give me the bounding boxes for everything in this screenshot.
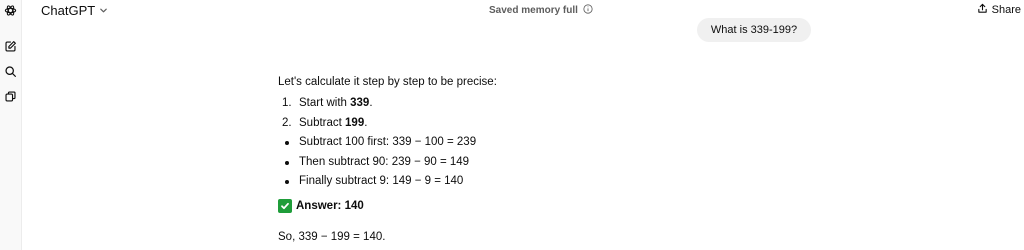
share-icon	[977, 3, 988, 17]
answer-row: Answer: 140	[278, 197, 738, 216]
step-text: Start with	[299, 97, 351, 109]
step-value: 199	[345, 116, 365, 129]
new-chat-icon[interactable]	[3, 39, 17, 53]
user-message-bubble: What is 339-199?	[697, 18, 811, 42]
assistant-intro: Let's calculate it step by step to be pr…	[278, 76, 497, 88]
model-name: ChatGPT	[41, 2, 96, 18]
openai-logo-icon[interactable]	[3, 3, 17, 17]
bullet-steps: Subtract 100 first: 339 − 100 = 239 Then…	[278, 133, 738, 192]
list-item: 1. Start with 339.	[278, 94, 738, 114]
check-mark-icon	[278, 199, 292, 213]
memory-status[interactable]: Saved memory full	[489, 3, 593, 17]
user-message-text: What is 339-199?	[710, 24, 798, 36]
model-selector[interactable]: ChatGPT	[41, 1, 108, 19]
bullet-dot	[285, 160, 289, 165]
list-item: Finally subtract 9: 149 − 9 = 140	[278, 172, 738, 192]
library-icon[interactable]	[3, 89, 17, 103]
bullet-dot	[285, 180, 289, 184]
bullet-text: Finally subtract 9: 149 − 9 = 140	[299, 175, 464, 187]
step-suffix: .	[364, 116, 368, 129]
chevron-down-icon	[99, 3, 108, 18]
step-text: Subtract	[299, 116, 346, 129]
bullet-text: Subtract 100 first: 339 − 100 = 239	[299, 136, 477, 148]
share-label: Share	[991, 3, 1021, 16]
search-icon[interactable]	[3, 64, 17, 78]
step-value: 339	[350, 97, 370, 109]
numbered-steps: 1. Start with 339. 2. Subtract 199.	[278, 94, 738, 133]
bullet-dot	[285, 141, 289, 145]
top-bar: ChatGPT Saved memory full Share	[21, 0, 1024, 20]
list-number: 2.	[282, 116, 292, 129]
step-suffix: .	[369, 97, 373, 109]
list-item: Subtract 100 first: 339 − 100 = 239	[278, 133, 738, 153]
info-icon[interactable]	[583, 3, 593, 17]
share-button[interactable]: Share	[977, 2, 1021, 17]
answer-label: Answer: 140	[296, 199, 364, 212]
assistant-closing: So, 339 − 199 = 140.	[278, 230, 386, 243]
list-item: Then subtract 90: 239 − 90 = 149	[278, 153, 738, 173]
bullet-text: Then subtract 90: 239 − 90 = 149	[299, 155, 470, 168]
list-number: 1.	[282, 97, 292, 109]
list-item: 2. Subtract 199.	[278, 114, 738, 134]
sidebar	[0, 0, 22, 250]
assistant-message: Let's calculate it step by step to be pr…	[278, 73, 738, 247]
memory-status-label: Saved memory full	[489, 4, 578, 16]
